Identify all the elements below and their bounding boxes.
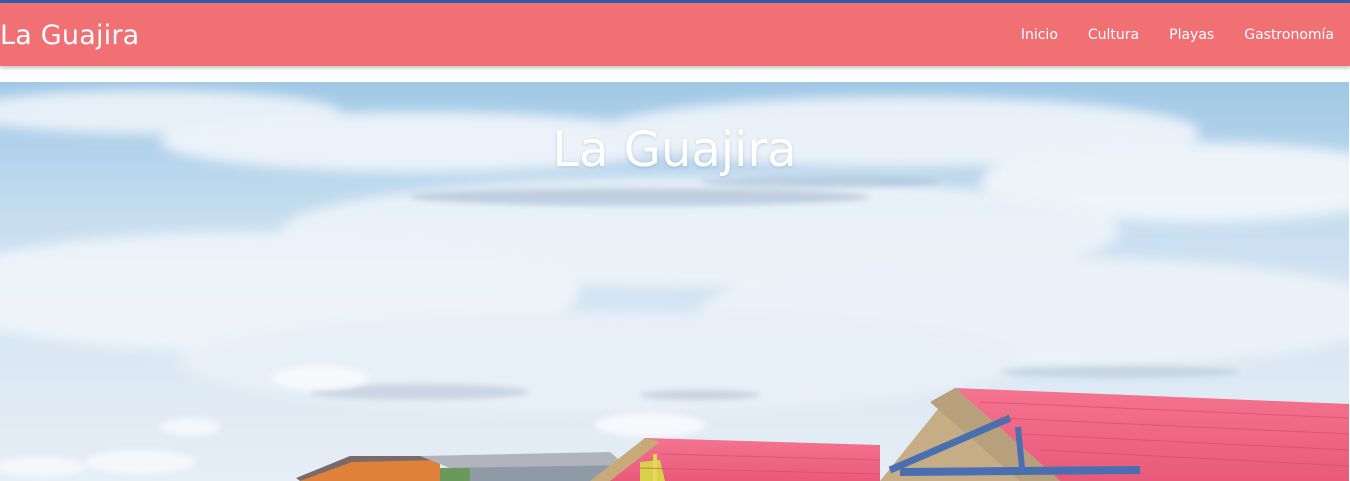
hero-banner: La Guajira	[0, 82, 1349, 481]
navbar: La Guajira Inicio Cultura Playas Gastron…	[0, 3, 1350, 66]
navbar-spacer	[0, 66, 1350, 82]
nav-link-gastronomia[interactable]: Gastronomía	[1244, 25, 1334, 45]
nav-links: Inicio Cultura Playas Gastronomía	[991, 25, 1334, 45]
nav-link-playas[interactable]: Playas	[1169, 25, 1214, 45]
brand-link[interactable]: La Guajira	[0, 19, 139, 53]
nav-link-inicio[interactable]: Inicio	[1021, 25, 1058, 45]
hero-title: La Guajira	[552, 122, 797, 178]
nav-link-cultura[interactable]: Cultura	[1088, 25, 1139, 45]
